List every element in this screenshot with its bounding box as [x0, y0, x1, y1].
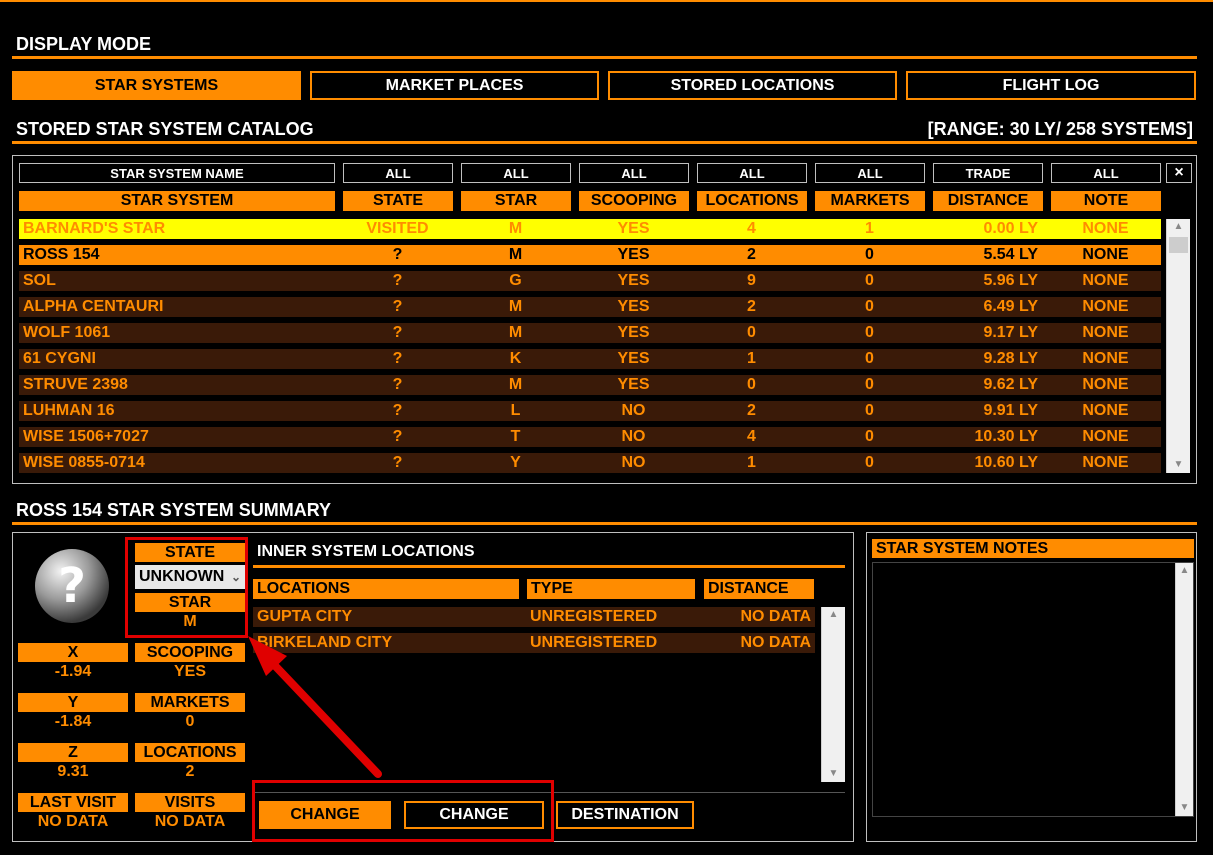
annotation-arrow-icon	[248, 636, 382, 778]
